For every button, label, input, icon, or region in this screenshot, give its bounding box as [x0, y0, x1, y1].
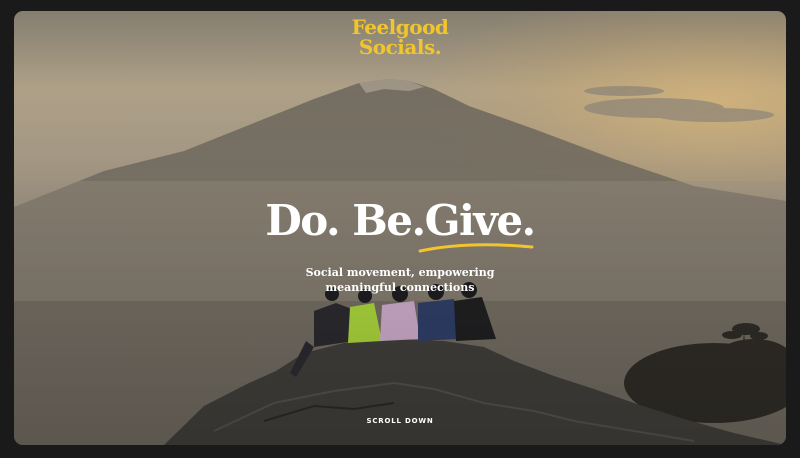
headline-underline — [418, 243, 534, 253]
hero-subtitle-line2: meaningful connections — [325, 281, 475, 294]
brand-logo-line2: Socials. — [358, 35, 442, 59]
hero-headline: Do. Be.Give. — [265, 196, 536, 245]
hero-section: Feelgood Socials. Do. Be.Give. Social mo… — [14, 11, 786, 445]
hero-subtitle-line1: Social movement, empowering — [305, 266, 495, 279]
brand-logo[interactable]: Feelgood Socials. — [14, 17, 786, 57]
brand-logo-line1: Feelgood — [351, 15, 449, 39]
scroll-down-link[interactable]: SCROLL DOWN — [14, 417, 786, 425]
hero-subtitle: Social movement, empowering meaningful c… — [14, 265, 786, 295]
